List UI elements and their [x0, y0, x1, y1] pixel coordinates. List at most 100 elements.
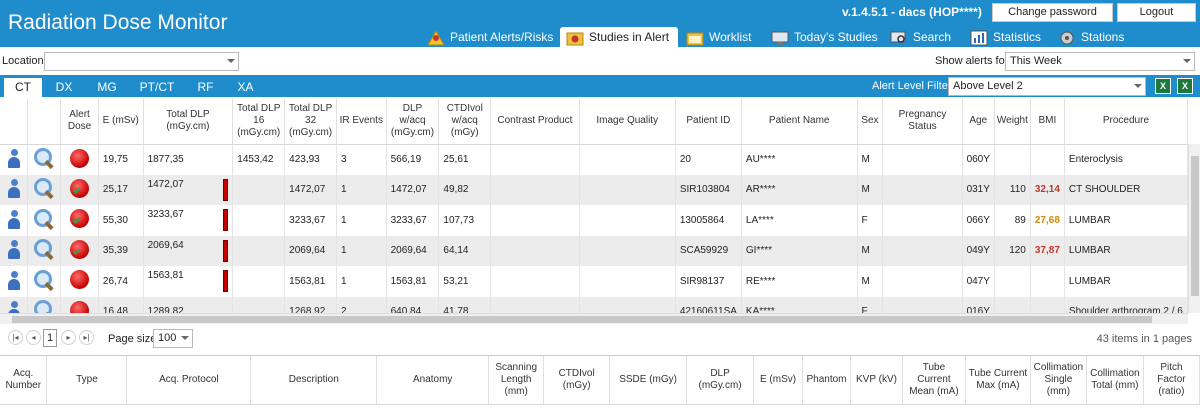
patient-icon[interactable]: [7, 178, 20, 199]
modality-tab-dx[interactable]: DX: [50, 78, 78, 97]
modality-tab-mg[interactable]: MG: [92, 78, 122, 97]
alert-filter-select[interactable]: Above Level 2: [948, 77, 1146, 96]
view-cell[interactable]: [27, 296, 62, 313]
column-header[interactable]: Collimation Total (mm): [1086, 356, 1144, 405]
column-header[interactable]: CTDIvol w/acq (mGy): [438, 99, 492, 145]
column-header[interactable]: Patient Name: [741, 99, 858, 145]
export-excel-icon[interactable]: X: [1155, 78, 1171, 94]
cell-ctdi-acq: 49,82: [438, 174, 492, 205]
column-header[interactable]: [0, 99, 29, 145]
column-header[interactable]: Total DLP 32 (mGy.cm): [284, 99, 338, 145]
tab-search[interactable]: Search: [890, 27, 951, 47]
view-details-icon[interactable]: [33, 177, 55, 199]
logout-button[interactable]: Logout: [1117, 3, 1196, 22]
column-header[interactable]: E (mSv): [98, 99, 144, 145]
patient-cell[interactable]: [0, 296, 29, 313]
prev-page-button[interactable]: ◂: [26, 330, 41, 345]
patient-icon[interactable]: [7, 300, 20, 313]
column-header[interactable]: Contrast Product: [490, 99, 580, 145]
column-header[interactable]: Procedure: [1064, 99, 1188, 145]
column-header[interactable]: Tube Current Max (mA): [965, 356, 1031, 405]
tab-todays-studies[interactable]: Today's Studies: [771, 27, 878, 47]
column-header[interactable]: KVP (kV): [850, 356, 903, 405]
column-header[interactable]: DLP w/acq (mGy.cm): [386, 99, 440, 145]
tab-worklist[interactable]: Worklist: [686, 27, 751, 47]
column-header[interactable]: Type: [46, 356, 128, 405]
column-header[interactable]: Weight: [994, 99, 1031, 145]
column-header[interactable]: Acq. Number: [0, 356, 48, 405]
horizontal-scrollbar[interactable]: [0, 313, 1188, 324]
modality-tab-xa[interactable]: XA: [233, 78, 258, 97]
column-header[interactable]: Scanning Length (mm): [488, 356, 545, 405]
view-details-icon[interactable]: [33, 238, 55, 260]
column-header[interactable]: Pregnancy Status: [882, 99, 963, 145]
table-row[interactable]: 19,75 1877,35 1453,42 423,93 3 566,19 25,61 20 A…: [0, 144, 1188, 175]
column-header[interactable]: Alert Dose: [60, 99, 99, 145]
column-header[interactable]: Collimation Single (mm): [1030, 356, 1087, 405]
view-details-icon[interactable]: [33, 269, 55, 291]
last-page-button[interactable]: ▸|: [79, 330, 94, 345]
column-header[interactable]: Total DLP 16 (mGy.cm): [232, 99, 286, 145]
column-header[interactable]: [27, 99, 62, 145]
modality-tab-rf[interactable]: RF: [193, 78, 218, 97]
table-row[interactable]: 25,17 1472,07 1472,07 1 1472,07 49,82 SIR10380…: [0, 174, 1188, 205]
patient-cell[interactable]: [0, 205, 29, 236]
column-header[interactable]: Tube Current Mean (mA): [902, 356, 966, 405]
view-cell[interactable]: [27, 266, 62, 297]
page-number[interactable]: 1: [43, 329, 57, 347]
scroll-thumb[interactable]: [1191, 156, 1199, 296]
modality-tab-ct[interactable]: CT: [4, 78, 42, 97]
scroll-thumb[interactable]: [12, 316, 1152, 323]
tab-stations[interactable]: Stations: [1058, 27, 1124, 47]
view-details-icon[interactable]: [33, 299, 55, 313]
column-header[interactable]: BMI: [1030, 99, 1065, 145]
tab-statistics[interactable]: Statistics: [970, 27, 1041, 47]
column-header[interactable]: Anatomy: [376, 356, 490, 405]
column-header[interactable]: Description: [250, 356, 378, 405]
patient-cell[interactable]: [0, 266, 29, 297]
column-header[interactable]: Age: [962, 99, 995, 145]
table-row[interactable]: 16,48 1289,82 1268,92 2 640,84 41,78 42160611S…: [0, 296, 1188, 313]
page-size-select[interactable]: 100: [153, 329, 193, 348]
patient-icon[interactable]: [7, 148, 20, 168]
view-details-icon[interactable]: [33, 147, 55, 169]
location-select[interactable]: [44, 52, 239, 71]
view-cell[interactable]: [27, 174, 62, 205]
view-cell[interactable]: [27, 235, 62, 266]
patient-icon[interactable]: [7, 209, 20, 229]
column-header[interactable]: CTDIvol (mGy): [543, 356, 611, 405]
view-cell[interactable]: [27, 205, 62, 236]
table-row[interactable]: 35,39 2069,64 2069,64 1 2069,64 64,14 SCA59929…: [0, 235, 1188, 266]
next-page-button[interactable]: ▸: [61, 330, 76, 345]
patient-cell[interactable]: [0, 144, 29, 175]
column-header[interactable]: Acq. Protocol: [126, 356, 252, 405]
column-header[interactable]: DLP (mGy.cm): [686, 356, 755, 405]
column-header[interactable]: Pitch Factor (ratio): [1143, 356, 1200, 405]
column-header[interactable]: SSDE (mGy): [609, 356, 688, 405]
view-details-icon[interactable]: [33, 208, 55, 230]
change-password-button[interactable]: Change password: [992, 3, 1113, 22]
patient-cell[interactable]: [0, 235, 29, 266]
column-header[interactable]: Patient ID: [675, 99, 742, 145]
column-header[interactable]: Phantom: [802, 356, 851, 405]
column-header[interactable]: Total DLP (mGy.cm): [143, 99, 234, 145]
column-header[interactable]: E (mSv): [753, 356, 804, 405]
tab-patient-alerts[interactable]: Patient Alerts/Risks: [427, 27, 553, 47]
modality-tab-ptct[interactable]: PT/CT: [137, 78, 177, 97]
column-header[interactable]: Sex: [857, 99, 884, 145]
column-header[interactable]: Image Quality: [579, 99, 676, 145]
cell-preg: [882, 235, 963, 266]
table-row[interactable]: 26,74 1563,81 1563,81 1 1563,81 53,21 SIR98137…: [0, 266, 1188, 297]
column-header[interactable]: IR Events: [336, 99, 387, 145]
export-excel-all-icon[interactable]: X: [1177, 78, 1193, 94]
first-page-button[interactable]: |◂: [8, 330, 23, 345]
cell-e: 19,75: [98, 144, 144, 175]
patient-icon[interactable]: [7, 270, 20, 290]
show-alerts-select[interactable]: This Week: [1005, 52, 1195, 71]
patient-icon[interactable]: [7, 239, 20, 260]
view-cell[interactable]: [27, 144, 62, 175]
tab-studies-in-alert[interactable]: Studies in Alert: [560, 27, 678, 47]
patient-cell[interactable]: [0, 174, 29, 205]
vertical-scrollbar[interactable]: [1188, 144, 1200, 313]
table-row[interactable]: 55,30 3233,67 3233,67 1 3233,67 107,73 1300586…: [0, 205, 1188, 236]
